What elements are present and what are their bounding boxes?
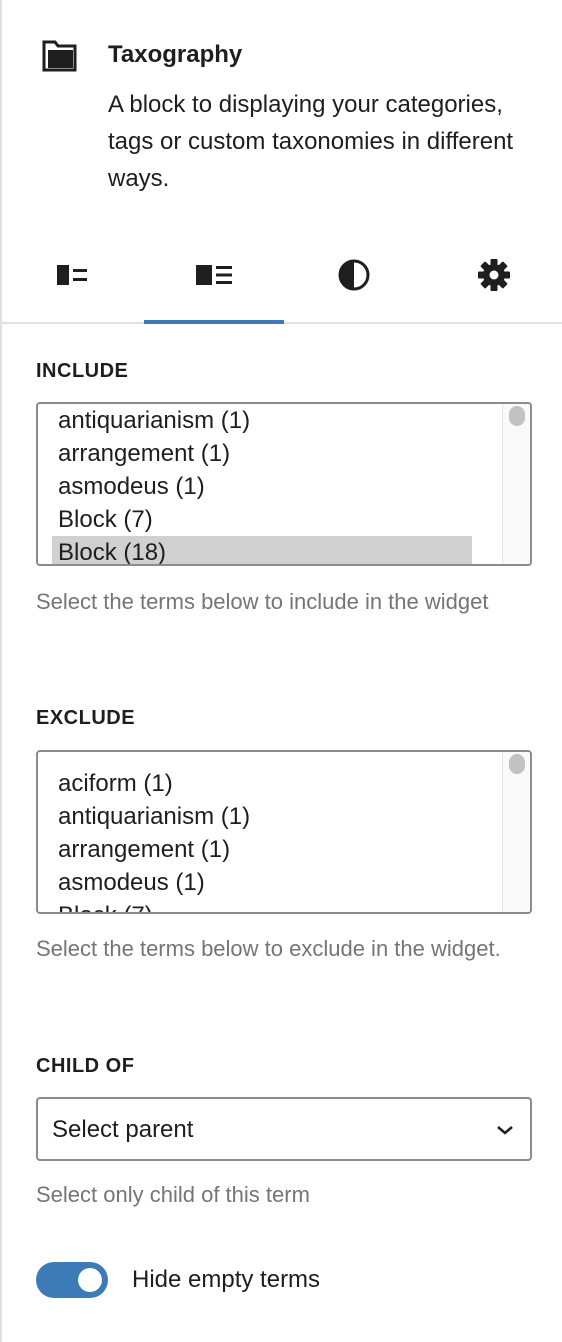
- list-item[interactable]: asmodeus (1): [52, 866, 472, 899]
- tab-settings-list[interactable]: [144, 228, 284, 324]
- scrollbar-thumb[interactable]: [509, 754, 525, 774]
- list-item[interactable]: arrangement (1): [52, 437, 472, 470]
- inspector-tabs: [2, 228, 562, 324]
- hide-empty-label: Hide empty terms: [132, 1266, 321, 1293]
- gear-icon: [477, 258, 511, 292]
- block-card: Taxography A block to displaying your ca…: [2, 0, 562, 230]
- list-item[interactable]: aciform (1): [52, 767, 472, 800]
- block-title: Taxography: [108, 41, 243, 68]
- include-help-text: Select the terms below to include in the…: [36, 589, 489, 614]
- tab-styles[interactable]: [284, 228, 424, 322]
- exclude-listbox[interactable]: aciform (1) antiquarianism (1) arrangeme…: [36, 750, 532, 914]
- chevron-down-icon: [496, 1123, 514, 1141]
- child-of-help-text: Select only child of this term: [36, 1182, 310, 1207]
- scrollbar-thumb[interactable]: [509, 406, 525, 426]
- list-item[interactable]: Block (7): [52, 503, 472, 536]
- list-item-selected[interactable]: Block (18): [52, 536, 472, 564]
- list-item[interactable]: antiquarianism (1): [52, 800, 472, 833]
- exclude-help-text: Select the terms below to exclude in the…: [36, 936, 501, 961]
- tab-advanced[interactable]: [424, 228, 562, 322]
- block-description: A block to displaying your categories, t…: [108, 91, 514, 192]
- block-inspector-panel: Taxography A block to displaying your ca…: [0, 0, 562, 1342]
- list-item[interactable]: asmodeus (1): [52, 470, 472, 503]
- include-scrollbar[interactable]: [502, 404, 530, 564]
- exclude-scrollbar[interactable]: [502, 752, 530, 912]
- include-listbox[interactable]: antiquarianism (1) arrangement (1) asmod…: [36, 402, 532, 566]
- tab-layout[interactable]: [2, 228, 142, 322]
- parent-select[interactable]: Select parent: [36, 1097, 532, 1161]
- layout-list-icon: [55, 263, 89, 287]
- child-of-label: CHILD OF: [36, 1055, 135, 1077]
- list-item[interactable]: antiquarianism (1): [52, 404, 472, 437]
- include-label: INCLUDE: [36, 360, 129, 382]
- parent-select-value: Select parent: [52, 1116, 194, 1143]
- hide-empty-toggle[interactable]: [36, 1262, 108, 1298]
- contrast-icon: [337, 258, 371, 292]
- list-item[interactable]: arrangement (1): [52, 833, 472, 866]
- exclude-label: EXCLUDE: [36, 707, 136, 729]
- toggle-knob: [78, 1268, 102, 1292]
- list-item[interactable]: Block (7): [52, 899, 472, 912]
- folder-icon: [42, 40, 78, 72]
- layout-list-alt-icon: [194, 263, 234, 287]
